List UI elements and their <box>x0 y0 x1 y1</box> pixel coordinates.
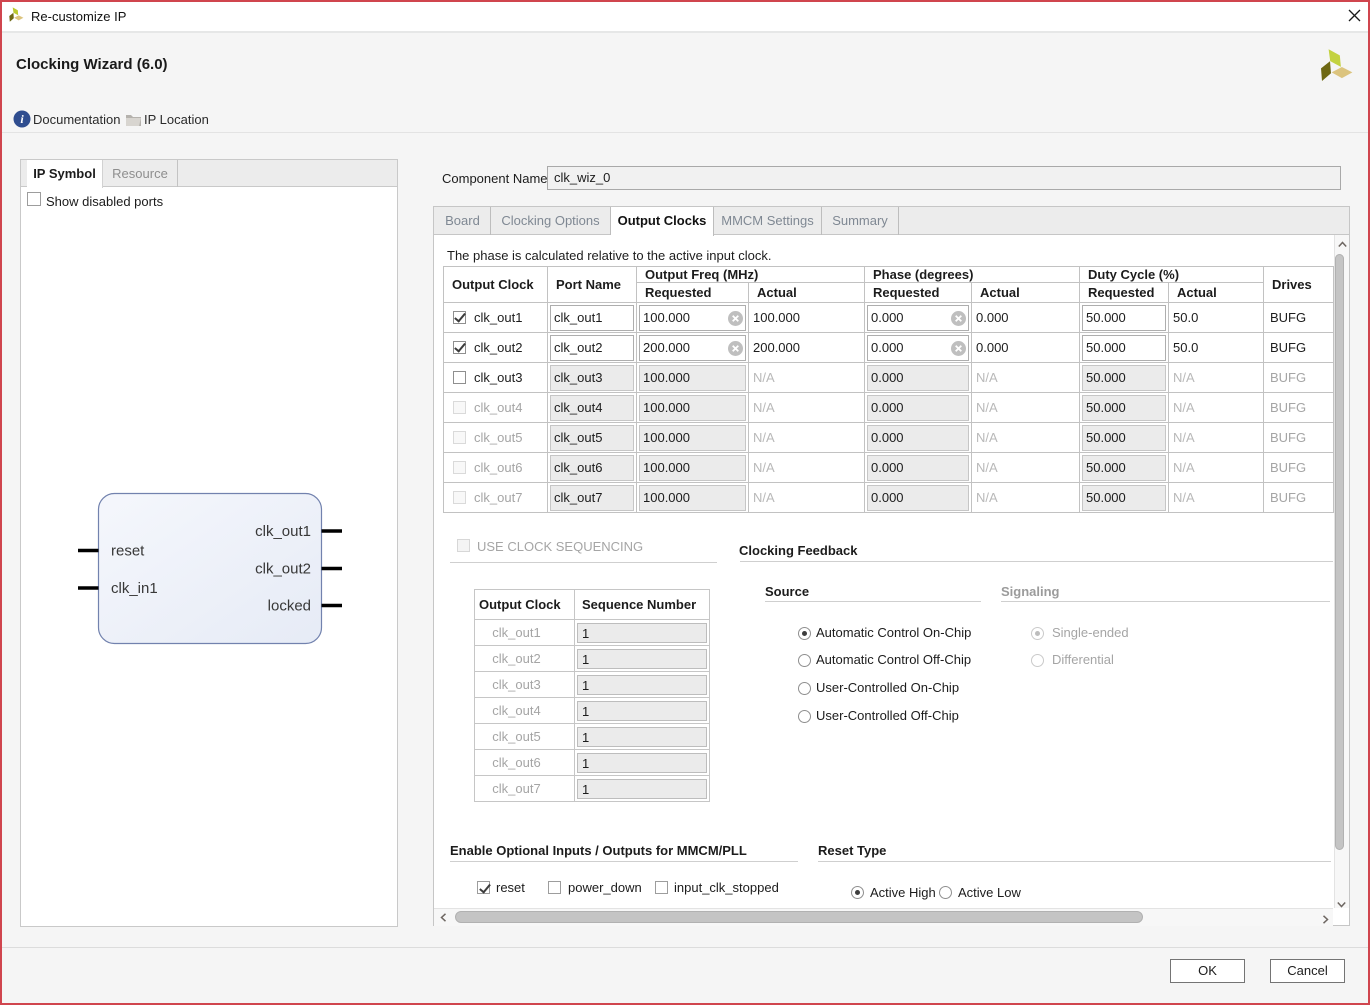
svg-text:clk_out2: clk_out2 <box>255 561 311 578</box>
svg-text:reset: reset <box>111 543 145 560</box>
svg-text:clk_in1: clk_in1 <box>111 580 158 597</box>
svg-text:clk_out1: clk_out1 <box>255 523 311 540</box>
svg-text:locked: locked <box>268 598 311 615</box>
